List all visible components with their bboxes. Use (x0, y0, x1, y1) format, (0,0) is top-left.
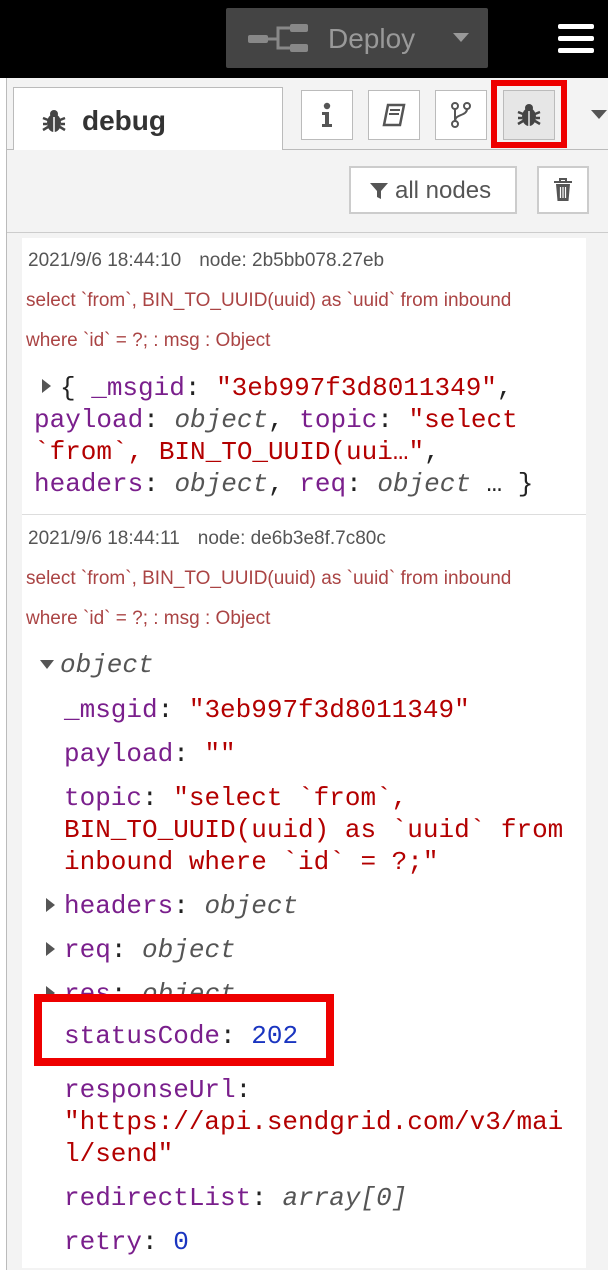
clear-button[interactable] (537, 166, 589, 214)
debug-message-list: 2021/9/6 18:44:10 node: 2b5bb078.27eb sel… (22, 238, 586, 1268)
message-summary-line3: `from`, BIN_TO_UUID(uui…", (34, 437, 440, 467)
highlight-box-debug-tab (491, 80, 567, 148)
object-root-label[interactable]: object (60, 649, 154, 681)
message-topic: select `from`, BIN_TO_UUID(uuid) as `uui… (26, 290, 512, 311)
field-req[interactable]: req: object (64, 934, 236, 966)
field-response-url: responseUrl: (64, 1075, 252, 1105)
expand-icon[interactable] (46, 898, 55, 912)
expand-icon[interactable] (46, 942, 55, 956)
message-topic: select `from`, BIN_TO_UUID(uuid) as `uui… (26, 568, 512, 589)
field-topic-cont2: inbound where `id` = ?;" (64, 847, 439, 877)
tab-info[interactable] (301, 90, 353, 140)
message-meta: 2021/9/6 18:44:10 node: 2b5bb078.27eb (28, 250, 384, 272)
message-topic-cont: where `id` = ?; : msg : Object (26, 330, 271, 351)
debug-message: 2021/9/6 18:44:10 node: 2b5bb078.27eb sel… (22, 238, 586, 515)
message-meta: 2021/9/6 18:44:11 node: de6b3e8f.7c80c (28, 528, 386, 550)
field-headers[interactable]: headers: object (64, 890, 298, 922)
filter-button[interactable]: all nodes (349, 166, 517, 214)
message-node-link[interactable]: node: de6b3e8f.7c80c (198, 528, 386, 549)
message-timestamp: 2021/9/6 18:44:10 (28, 250, 182, 271)
collapse-icon[interactable] (40, 660, 54, 669)
debug-toolbar: all nodes (7, 150, 608, 233)
filter-icon (370, 183, 388, 199)
field-topic: topic: "select `from`, (64, 783, 408, 813)
branch-icon (451, 102, 471, 128)
field-response-url-val1: "https://api.sendgrid.com/v3/mai (64, 1107, 564, 1137)
deploy-label: Deploy (328, 23, 416, 54)
deploy-flow-icon (248, 24, 308, 52)
menu-icon[interactable] (558, 24, 594, 60)
message-summary-line2: payload: object, topic: "select (34, 405, 518, 435)
trash-icon (554, 178, 572, 201)
deploy-button[interactable]: Deploy (226, 8, 488, 68)
field-response-url-val2: l/send" (64, 1139, 174, 1169)
field-msgid: _msgid: "3eb997f3d8011349" (64, 695, 470, 725)
message-node-link[interactable]: node: 2b5bb078.27eb (199, 250, 384, 271)
header-bar: Deploy (0, 0, 608, 78)
message-summary-line4: headers: object, req: object … } (34, 469, 534, 499)
field-topic-cont1: BIN_TO_UUID(uuid) as `uuid` from (64, 815, 564, 845)
field-payload: payload: "" (64, 739, 236, 769)
field-retry: retry: 0 (64, 1227, 189, 1257)
tab-debug[interactable]: debug (13, 87, 283, 151)
message-summary-line1[interactable]: { _msgid: "3eb997f3d8011349", (60, 372, 513, 404)
expand-icon[interactable] (42, 379, 51, 393)
sidebar-tabbar: debug (7, 78, 608, 151)
tab-debug-label: debug (82, 105, 166, 136)
filter-label: all nodes (395, 177, 492, 204)
tab-context[interactable] (435, 90, 487, 140)
message-topic-cont: where `id` = ?; : msg : Object (26, 608, 271, 629)
tab-help[interactable] (368, 90, 420, 140)
field-status-code: statusCode: 202 (64, 1021, 299, 1051)
book-icon (382, 103, 406, 127)
bug-icon (42, 110, 66, 132)
deploy-dropdown-icon[interactable] (453, 33, 469, 42)
tab-menu-dropdown-icon[interactable] (591, 110, 607, 119)
message-timestamp: 2021/9/6 18:44:11 (28, 528, 180, 549)
info-icon (322, 102, 332, 127)
field-redirect-list: redirectList: array[0] (64, 1183, 408, 1213)
debug-message: 2021/9/6 18:44:11 node: de6b3e8f.7c80c se… (22, 514, 586, 1268)
